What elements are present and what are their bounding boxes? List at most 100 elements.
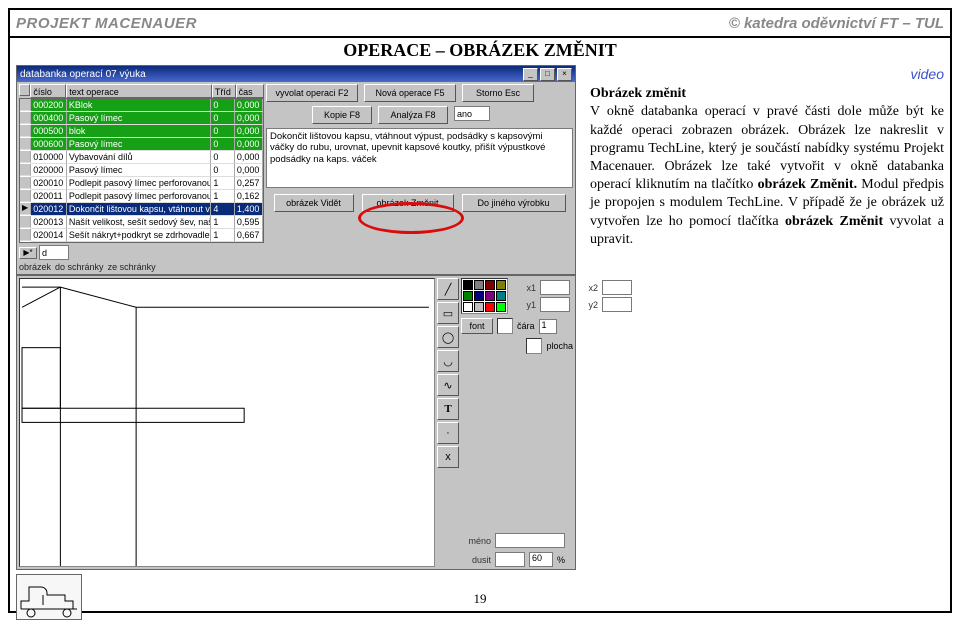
input-cara[interactable]: 1 [539,319,557,334]
col-text[interactable]: text operace [66,84,212,98]
table-row[interactable]: 020000Pasový límec00,000 [20,164,263,177]
maximize-button[interactable]: □ [540,68,555,81]
swatch[interactable] [474,280,484,290]
operation-description: Dokončit lištovou kapsu, vtáhnout výpust… [266,128,573,188]
btn-jineho[interactable]: Do jiného výrobku [462,194,566,212]
drawing-canvas[interactable] [19,278,435,567]
table-row[interactable]: 020013Našít velikost, sešít sedový šev, … [20,216,263,229]
swatch[interactable] [496,291,506,301]
cell-c4: 0,595 [235,216,263,229]
cell-c4: 0,000 [235,151,263,164]
cell-c4: 0,000 [235,164,263,177]
input-dusit[interactable] [495,552,525,567]
table-row[interactable]: ▶020012Dokončit lištovou kapsu, vtáhnout… [20,203,263,216]
swatch[interactable] [463,291,473,301]
input-x1[interactable] [540,280,570,295]
titlebar-controls: _ □ × [523,68,572,81]
col-trid[interactable]: Tříd [212,84,236,98]
btn-videt[interactable]: obrázek Vidět [274,194,354,212]
row-handle[interactable] [20,177,31,189]
swatch[interactable] [474,291,484,301]
grid-panel: číslo text operace Tříd čas 000200KBlok0… [19,84,264,272]
drawing-svg [20,279,434,567]
para-bold1: obrázek Změnit. [758,177,862,192]
field-ano[interactable]: ano [454,106,490,121]
tool-text[interactable]: T [437,398,459,420]
page-title: OPERACE – OBRÁZEK ZMĚNIT [10,40,950,61]
grid-body[interactable]: 000200KBlok00,000000400Pasový límec00,00… [19,98,264,243]
row-handle[interactable] [20,164,31,176]
tool-line[interactable]: ╱ [437,278,459,300]
table-row[interactable]: 000600Pasový límec00,000 [20,138,263,151]
table-row[interactable]: 000200KBlok00,000 [20,99,263,112]
row-handle[interactable] [20,151,31,163]
line-style-preview[interactable] [497,318,513,334]
close-button[interactable]: × [557,68,572,81]
lbl-x1: x1 [512,283,536,293]
swatch[interactable] [496,302,506,312]
btn-font[interactable]: font [461,318,493,334]
swatch[interactable] [474,302,484,312]
row-handle[interactable] [20,138,31,150]
cell-c2: Podlepit pasový límec perforovanou vložk… [67,190,212,203]
tool-point[interactable]: · [437,422,459,444]
cell-c4: 1,400 [235,203,263,216]
tool-rect[interactable]: ▭ [437,302,459,324]
table-row[interactable]: 020014Sešít nákryt+podkryt se zdrhovadle… [20,229,263,242]
video-link[interactable]: video [590,65,944,83]
swatch[interactable] [485,280,495,290]
btn-kopie[interactable]: Kopie F8 [312,106,372,124]
fill-preview[interactable] [526,338,542,354]
para-bold2: obrázek Změnit [785,214,883,229]
color-palette[interactable] [461,278,508,314]
cell-c3: 1 [211,177,234,190]
lbl-meno: méno [461,536,491,546]
swatch[interactable] [463,302,473,312]
col-cislo[interactable]: číslo [30,84,66,98]
row-handle[interactable] [20,112,31,124]
cell-c1: 000400 [31,112,67,125]
tool-ellipse[interactable]: ◯ [437,326,459,348]
row-handle[interactable]: ▶ [20,203,31,215]
swatch[interactable] [485,291,495,301]
titlebar[interactable]: databanka operací 07 výuka _ □ × [17,66,575,82]
btn-storno[interactable]: Storno Esc [462,84,534,102]
swatch[interactable] [485,302,495,312]
btn-nova[interactable]: Nová operace F5 [364,84,456,102]
row-handle[interactable] [20,229,31,241]
btn-zmenit[interactable]: obrázek Změnit [362,194,454,212]
btn-vyvolat[interactable]: vyvolat operaci F2 [266,84,358,102]
cell-c1: 020012 [31,203,67,216]
table-row[interactable]: 020010Podlepit pasový límec perforovanou… [20,177,263,190]
input-percent[interactable]: 60 [529,552,553,567]
row-handle[interactable] [20,99,31,111]
table-row[interactable]: 010000Vybavování dílů00,000 [20,151,263,164]
input-meno[interactable] [495,533,565,548]
tool-arc[interactable]: ◡ [437,350,459,372]
row-handle[interactable] [20,190,31,202]
lbl-pct: % [557,555,565,565]
cell-c4: 0,162 [235,190,263,203]
col-cas[interactable]: čas [236,84,264,98]
cell-c1: 020000 [31,164,67,177]
row-handle[interactable] [20,125,31,137]
input-y1[interactable] [540,297,570,312]
cell-c2: Sešít nákryt+podkryt se zdrhovadlem [67,229,212,242]
cell-c1: 010000 [31,151,67,164]
row-handle[interactable] [20,216,31,228]
table-row[interactable]: 020011Podlepit pasový límec perforovanou… [20,190,263,203]
footer-do-schranky[interactable]: do schránky [55,262,104,272]
swatch[interactable] [463,280,473,290]
table-row[interactable]: 000400Pasový límec00,000 [20,112,263,125]
table-row[interactable]: 000500blok00,000 [20,125,263,138]
btn-analyza[interactable]: Analýza F8 [378,106,448,124]
tool-x[interactable]: x [437,446,459,468]
cell-c3: 0 [211,112,234,125]
row-flag: ▶* [19,247,37,259]
footer-ze-schranky[interactable]: ze schránky [108,262,156,272]
minimize-button[interactable]: _ [523,68,538,81]
cell-c4: 0,000 [235,112,263,125]
filter-input[interactable]: d [39,245,69,260]
swatch[interactable] [496,280,506,290]
tool-curve[interactable]: ∿ [437,374,459,396]
